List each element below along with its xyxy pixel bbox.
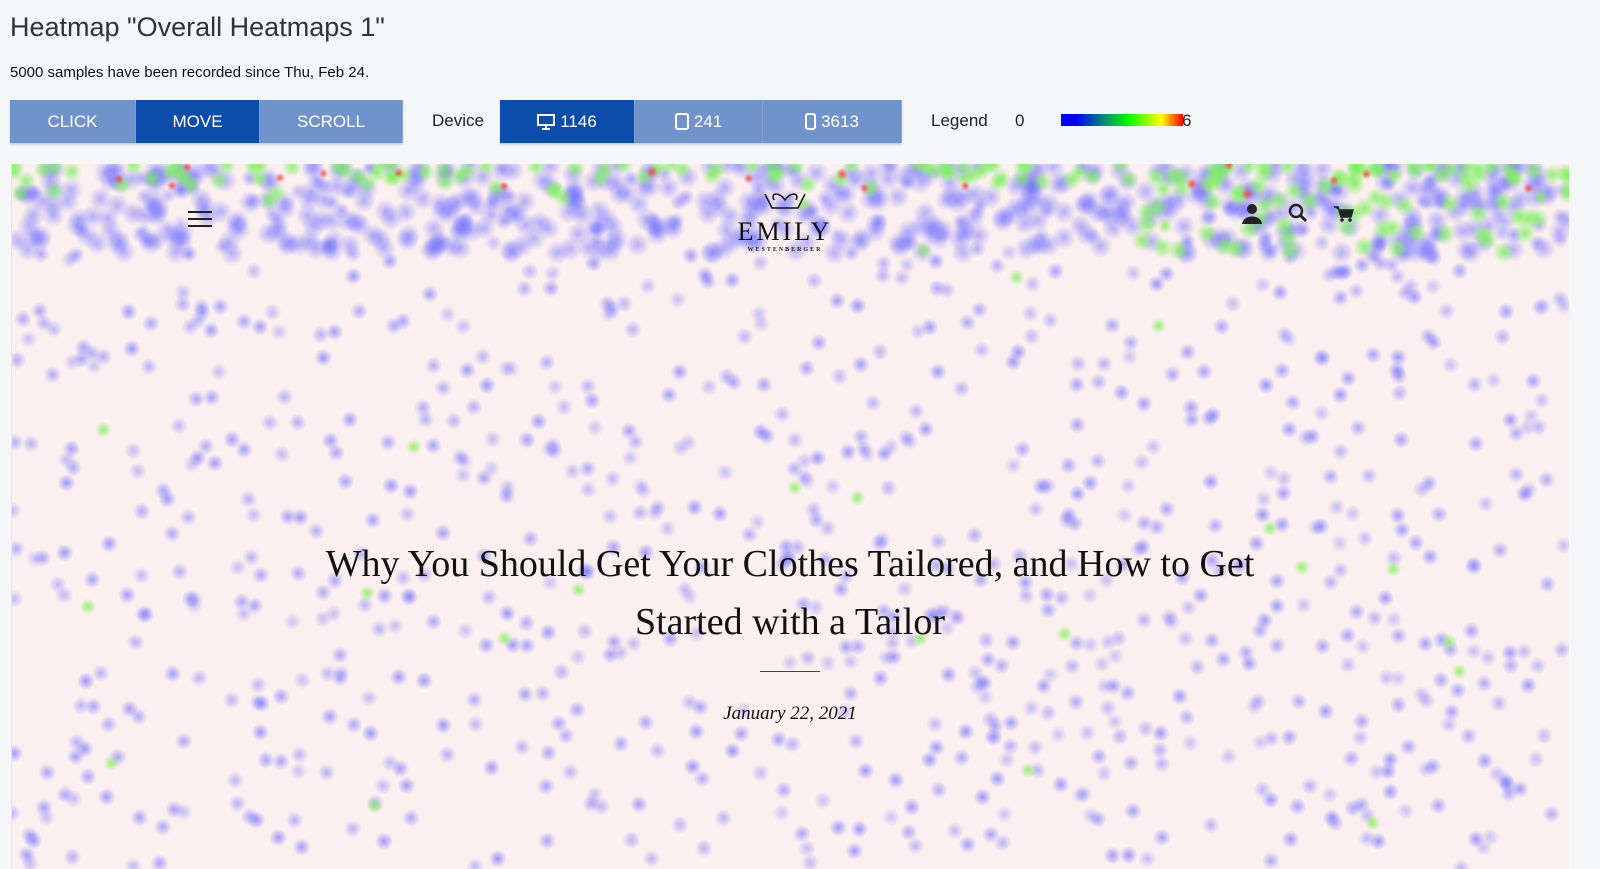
tablet-icon	[674, 113, 689, 130]
page-title: Heatmap "Overall Heatmaps 1"	[10, 12, 385, 42]
crown-icon	[764, 193, 806, 209]
legend-min: 0	[1015, 111, 1025, 130]
device-count: 3613	[821, 111, 859, 131]
account-icon[interactable]	[1241, 202, 1263, 224]
tab-label: CLICK	[47, 111, 98, 131]
tab-scroll[interactable]: SCROLL	[260, 100, 403, 143]
device-phone-button[interactable]: 3613	[763, 100, 902, 143]
desktop-icon	[537, 113, 556, 130]
hamburger-menu-icon[interactable]	[188, 208, 214, 230]
site-logo[interactable]: EMILY WESTENBERGER	[730, 190, 840, 253]
legend-max: 6	[1182, 111, 1192, 130]
mode-tabs: CLICK MOVE SCROLL	[10, 100, 403, 143]
article-date: January 22, 2021	[723, 703, 857, 724]
device-tablet-button[interactable]: 241	[635, 100, 763, 143]
heatmap-overlay	[12, 164, 1569, 869]
search-icon[interactable]	[1288, 203, 1308, 223]
cart-icon[interactable]	[1333, 205, 1355, 223]
tab-label: MOVE	[172, 111, 223, 131]
divider	[760, 671, 820, 672]
device-desktop-button[interactable]: 1146	[500, 100, 635, 143]
legend-label: Legend	[931, 111, 988, 130]
device-count: 241	[693, 111, 723, 131]
legend-gradient	[1061, 114, 1183, 126]
device-tabs: 1146 241 3613	[500, 100, 902, 143]
logo-sub: WESTENBERGER	[747, 247, 823, 253]
tab-click[interactable]: CLICK	[10, 100, 136, 143]
device-label: Device	[432, 111, 484, 130]
tab-label: SCROLL	[296, 111, 366, 131]
logo-name: EMILY	[737, 217, 833, 246]
heatmap-page-preview	[11, 164, 1569, 869]
phone-icon	[805, 113, 817, 130]
tab-move[interactable]: MOVE	[136, 100, 260, 143]
article-title: Why You Should Get Your Clothes Tailored…	[325, 543, 1255, 643]
device-count: 1146	[560, 111, 597, 131]
samples-summary: 5000 samples have been recorded since Th…	[10, 64, 370, 81]
